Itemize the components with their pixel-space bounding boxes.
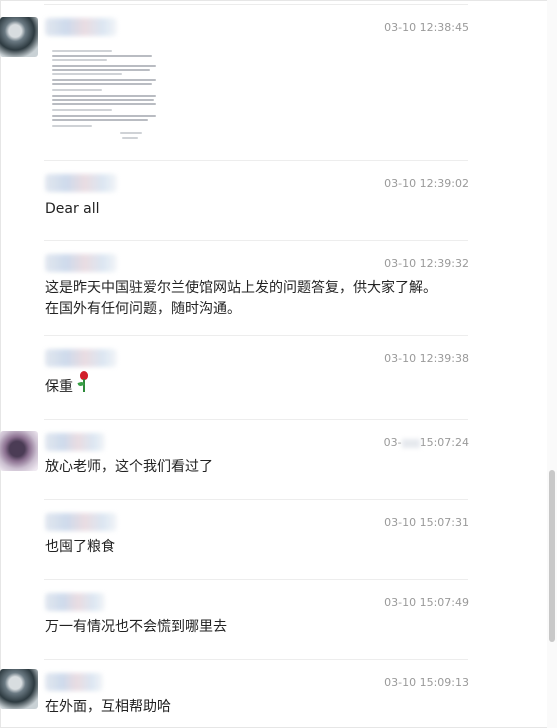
message-text: 在外面，互相帮助哈 [45,699,171,715]
vertical-scrollbar[interactable] [547,0,557,728]
sender-name [45,349,117,367]
sender-name [45,673,103,691]
message-separator [44,419,468,420]
sender-name [45,174,117,192]
sender-name [45,433,105,451]
message-text-content: 保重 [45,379,73,395]
timestamp-date: 03- [383,436,402,449]
message-text: Dear all [45,201,100,217]
timestamp-time: 15:07:24 [419,436,469,449]
message-timestamp: 03-10 15:07:31 [384,516,469,529]
message-separator [44,240,468,241]
message-text: 这是昨天中国驻爱尔兰使馆网站上发的问题答复，供大家了解。 [45,280,437,296]
sender-name [45,593,105,611]
message-text: 放心老师，这个我们看过了 [45,459,213,475]
message-separator [44,659,468,660]
message-separator [44,579,468,580]
document-image-attachment[interactable] [48,44,160,144]
message-text: 万一有情况也不会慌到哪里去 [45,619,227,635]
message-timestamp: 03-10 15:07:49 [384,596,469,609]
scrollbar-thumb[interactable] [549,470,555,642]
sender-name [45,18,117,36]
message-separator [44,160,468,161]
message-timestamp: 03-10 12:39:02 [384,177,469,190]
avatar[interactable] [0,431,38,471]
redaction-blur [401,438,420,448]
avatar[interactable] [0,17,38,57]
message-separator [44,335,468,336]
message-timestamp: 03- 15:07:24 [384,436,469,449]
message-separator [44,499,468,500]
avatar[interactable] [0,669,38,709]
message-timestamp: 03-10 15:09:13 [384,676,469,689]
message-text: 保重 [45,371,88,398]
message-text: 也囤了粮食 [45,539,115,555]
message-timestamp: 03-10 12:39:38 [384,352,469,365]
sender-name [45,513,117,531]
rose-icon [77,371,91,393]
message-timestamp: 03-10 12:39:32 [384,257,469,270]
divider [44,4,468,5]
message-timestamp: 03-10 12:38:45 [384,21,469,34]
sender-name [45,254,117,272]
message-text: 在国外有任何问题，随时沟通。 [45,301,241,317]
